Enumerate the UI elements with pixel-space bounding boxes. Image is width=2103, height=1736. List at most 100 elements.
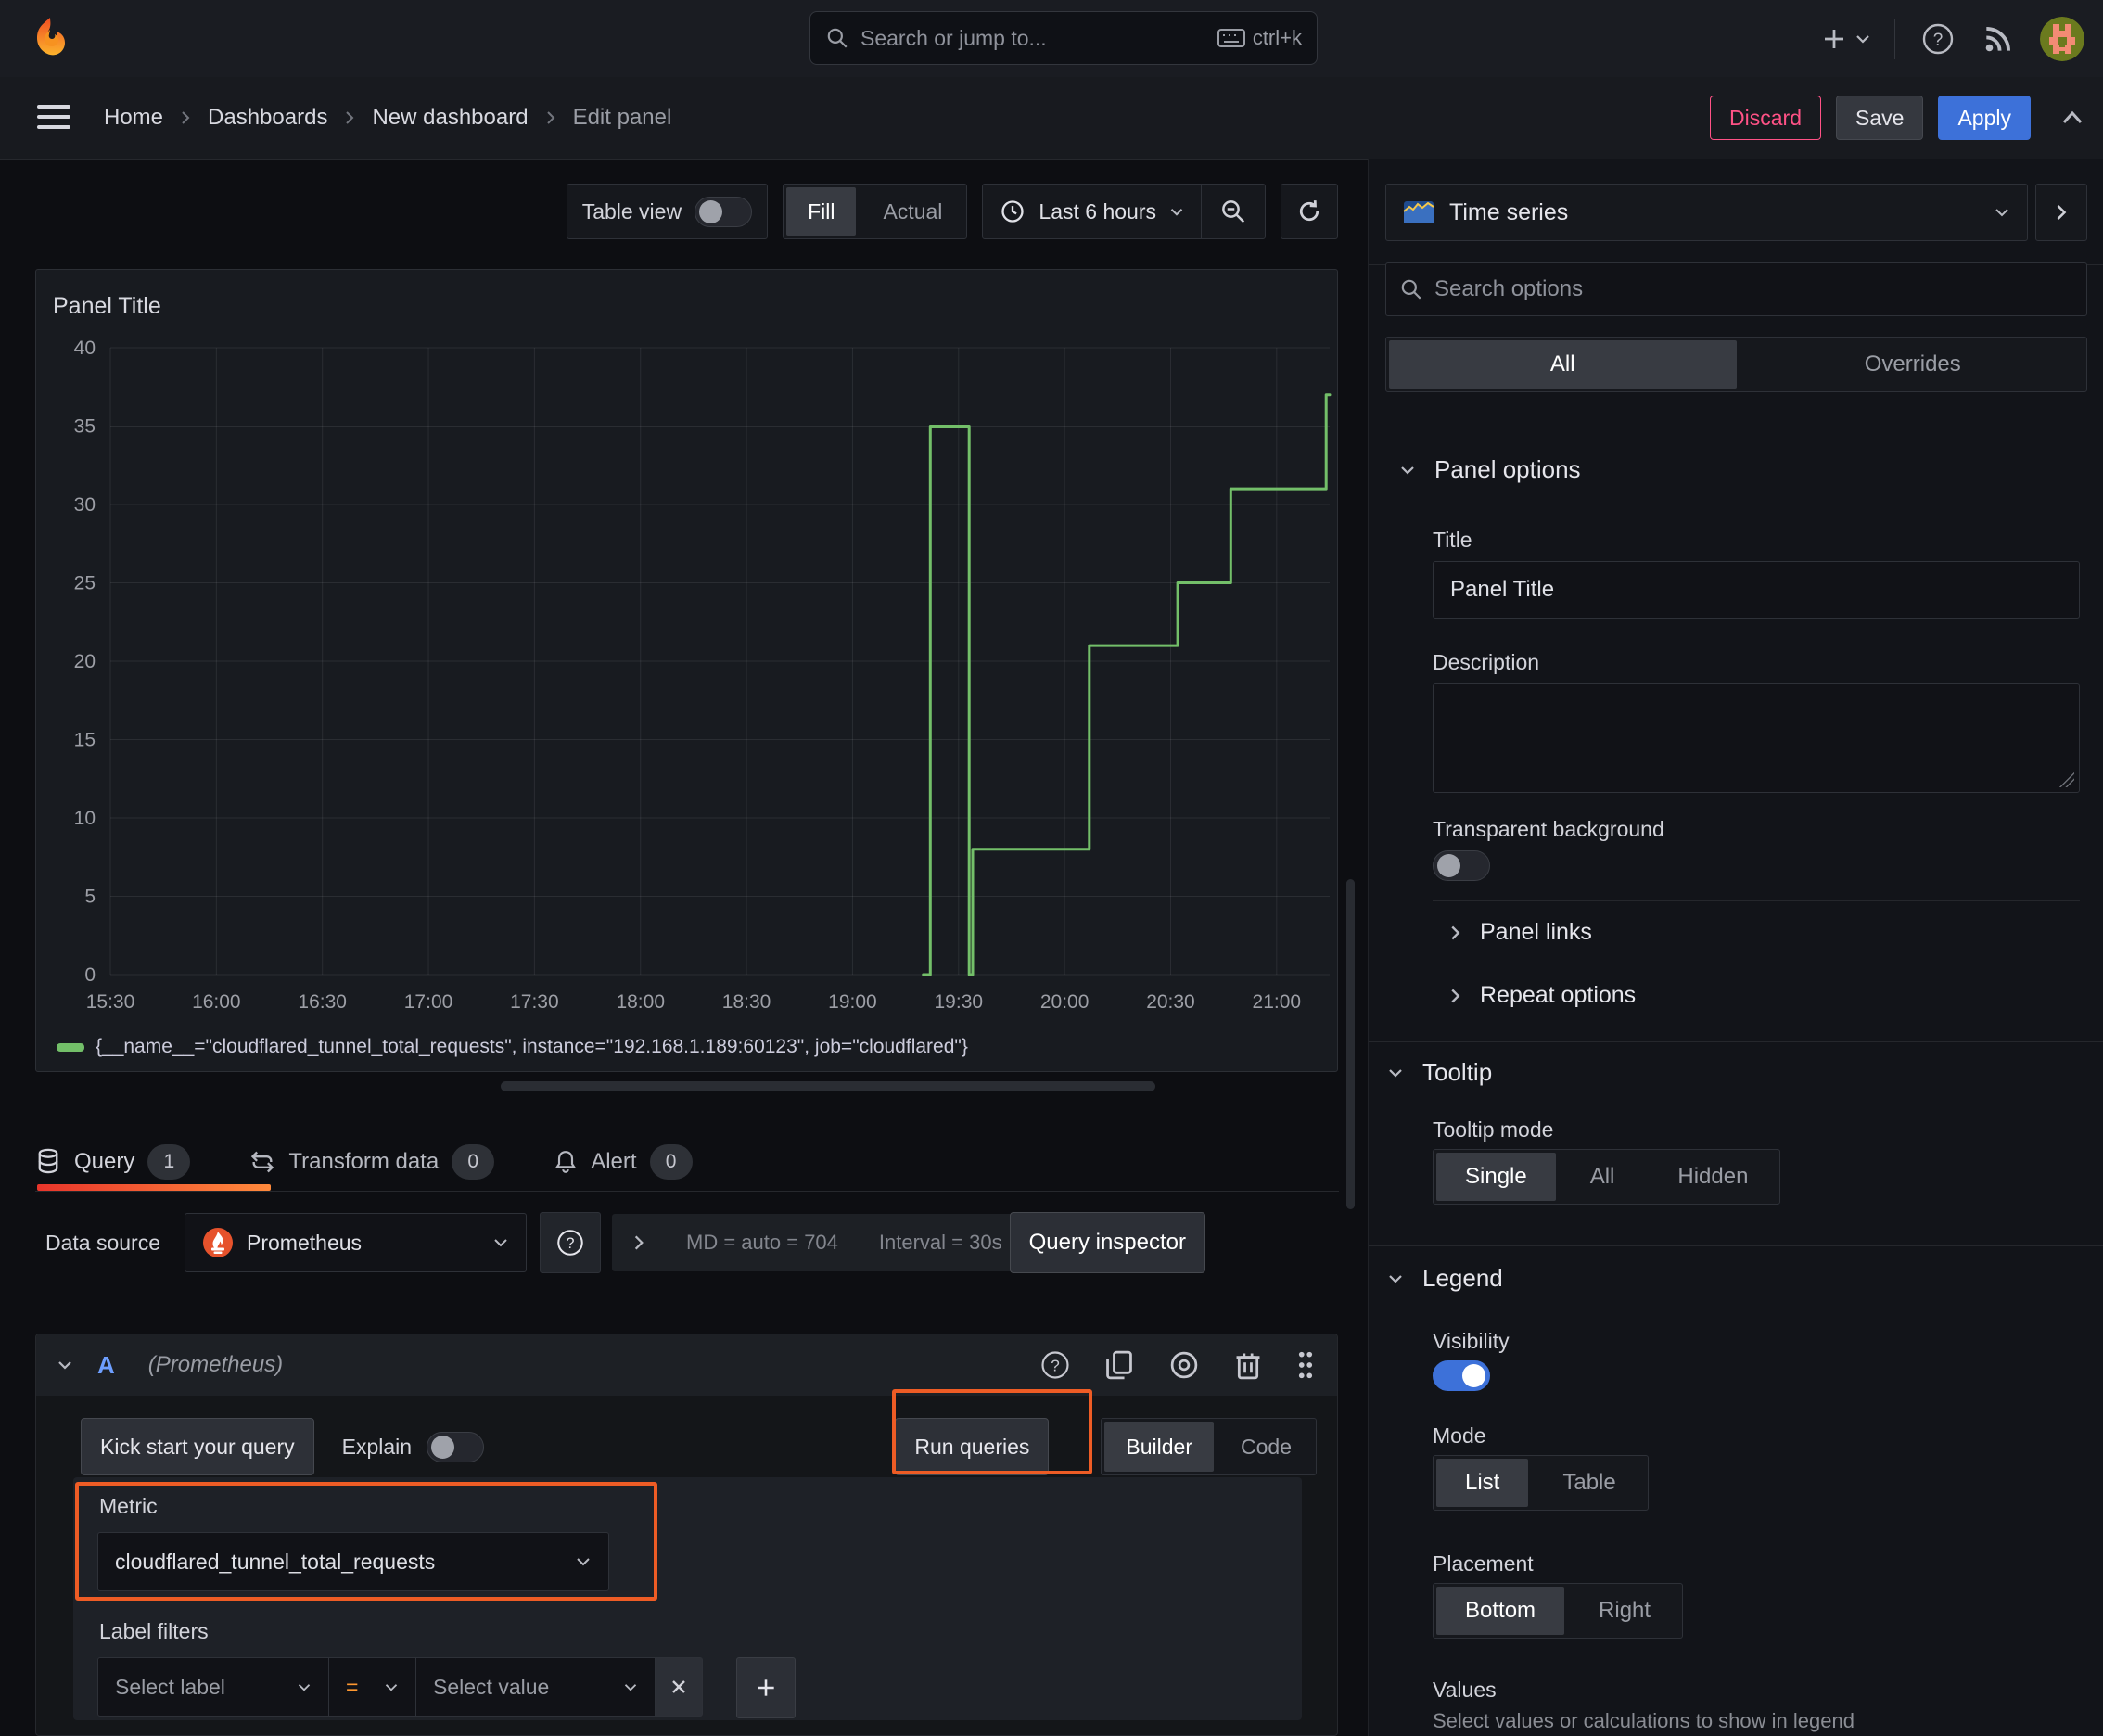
- duplicate-query-icon[interactable]: [1103, 1348, 1135, 1382]
- options-filter-tabs: All Overrides: [1385, 337, 2087, 392]
- panel-title-input[interactable]: Panel Title: [1433, 561, 2080, 619]
- kick-start-button[interactable]: Kick start your query: [81, 1418, 314, 1475]
- toggle-visibility-icon[interactable]: [1166, 1349, 1202, 1381]
- discard-button[interactable]: Discard: [1710, 96, 1822, 140]
- legend-placement-right-option[interactable]: Right: [1567, 1584, 1682, 1638]
- datasource-picker[interactable]: Prometheus: [185, 1213, 528, 1272]
- select-label-dropdown[interactable]: Select label: [97, 1657, 329, 1717]
- query-inspector-button[interactable]: Query inspector: [1009, 1212, 1205, 1273]
- select-value-dropdown[interactable]: Select value: [416, 1657, 656, 1717]
- zoom-out-button[interactable]: [1202, 185, 1265, 238]
- search-options-input[interactable]: Search options: [1385, 262, 2087, 316]
- operator-dropdown[interactable]: =: [329, 1657, 416, 1717]
- tooltip-single-option[interactable]: Single: [1436, 1153, 1556, 1201]
- code-option[interactable]: Code: [1217, 1419, 1316, 1474]
- save-button[interactable]: Save: [1836, 96, 1924, 140]
- query-options-strip: MD = auto = 704 Interval = 30s: [612, 1214, 1023, 1271]
- help-icon[interactable]: ?: [1919, 20, 1956, 57]
- legend-values-hint: Select values or calculations to show in…: [1433, 1709, 1854, 1732]
- collapse-options-icon[interactable]: [2058, 108, 2086, 128]
- svg-text:?: ?: [567, 1235, 575, 1252]
- svg-text:5: 5: [84, 887, 96, 908]
- svg-text:21:00: 21:00: [1253, 991, 1302, 1013]
- tab-overrides[interactable]: Overrides: [1740, 338, 2087, 391]
- legend-placement-bottom-option[interactable]: Bottom: [1436, 1587, 1565, 1635]
- description-textarea[interactable]: [1433, 683, 2080, 793]
- svg-text:18:30: 18:30: [722, 991, 771, 1013]
- legend-section-header[interactable]: Legend: [1387, 1264, 1503, 1293]
- datasource-help-button[interactable]: ?: [540, 1212, 602, 1273]
- legend-series-label[interactable]: {__name__="cloudflared_tunnel_total_requ…: [96, 1036, 968, 1058]
- breadcrumb-new-dashboard[interactable]: New dashboard: [372, 105, 528, 131]
- main-scrollbar-thumb[interactable]: [1346, 879, 1355, 1209]
- legend-series-swatch[interactable]: [57, 1042, 84, 1052]
- time-range-picker[interactable]: Last 6 hours: [983, 185, 1201, 238]
- tab-query[interactable]: Query 1: [35, 1144, 191, 1180]
- remove-filter-button[interactable]: [656, 1657, 703, 1717]
- legend-visibility-toggle[interactable]: [1433, 1360, 1490, 1391]
- visualization-picker[interactable]: Time series: [1385, 184, 2028, 241]
- menu-toggle-button[interactable]: [37, 101, 70, 133]
- explain-control: Explain: [342, 1431, 485, 1462]
- breadcrumb-dashboards[interactable]: Dashboards: [208, 105, 327, 131]
- prometheus-query-builder: Metric cloudflared_tunnel_total_requests…: [73, 1477, 1302, 1720]
- builder-code-switch: Builder Code: [1101, 1418, 1317, 1475]
- actual-option[interactable]: Actual: [859, 185, 966, 238]
- svg-text:20:30: 20:30: [1146, 991, 1195, 1013]
- global-search-input[interactable]: Search or jump to... ctrl+k: [809, 11, 1318, 65]
- legend-mode-table-option[interactable]: Table: [1531, 1456, 1647, 1510]
- refresh-icon: [1299, 200, 1319, 222]
- tab-transform-data[interactable]: Transform data 0: [249, 1144, 495, 1180]
- panel-resize-handle[interactable]: [501, 1081, 1155, 1091]
- breadcrumb-bar: Home Dashboards New dashboard Edit panel…: [0, 77, 2103, 160]
- breadcrumb-home[interactable]: Home: [104, 105, 163, 131]
- query-ref-id[interactable]: A: [97, 1351, 115, 1380]
- chevron-down-icon: [1856, 34, 1869, 44]
- chart-plot[interactable]: 0 5 10 15 20 25 30 35 40 15:30 16:00 16:30 17:00 17:3…: [36, 333, 1337, 1023]
- refresh-button[interactable]: [1281, 184, 1338, 239]
- metric-select[interactable]: cloudflared_tunnel_total_requests: [97, 1532, 609, 1591]
- add-filter-button[interactable]: [736, 1657, 796, 1718]
- query-help-icon[interactable]: ?: [1039, 1348, 1072, 1382]
- tooltip-mode-label: Tooltip mode: [1433, 1117, 1554, 1142]
- tab-alert[interactable]: Alert 0: [554, 1144, 693, 1180]
- help-circle-icon: ?: [557, 1230, 583, 1256]
- visualization-panel: Panel Title 0 5 10 15 20 25 30 35 40 15:30 16:00 16…: [35, 269, 1338, 1072]
- database-icon: [38, 1148, 58, 1174]
- timeseries-viz-icon: [1403, 201, 1434, 223]
- explain-toggle[interactable]: [427, 1431, 485, 1462]
- legend-mode-list-option[interactable]: List: [1436, 1459, 1529, 1507]
- chevron-down-icon: [1995, 209, 2008, 217]
- tab-all[interactable]: All: [1389, 340, 1737, 389]
- fill-option[interactable]: Fill: [786, 187, 857, 236]
- tooltip-section-header[interactable]: Tooltip: [1387, 1058, 1492, 1087]
- svg-text:17:30: 17:30: [510, 991, 559, 1013]
- repeat-options-section[interactable]: Repeat options: [1449, 982, 1636, 1009]
- transform-icon: [251, 1151, 274, 1173]
- query-row-header[interactable]: A (Prometheus) ?: [36, 1334, 1337, 1396]
- drag-handle-icon[interactable]: [1294, 1349, 1317, 1381]
- chevron-down-icon: [1401, 466, 1414, 475]
- builder-option[interactable]: Builder: [1104, 1422, 1215, 1472]
- news-rss-icon[interactable]: [1981, 21, 2016, 57]
- tooltip-all-option[interactable]: All: [1559, 1150, 1647, 1204]
- table-view-toggle[interactable]: [695, 196, 753, 227]
- transparent-background-toggle[interactable]: [1433, 850, 1490, 881]
- tooltip-hidden-option[interactable]: Hidden: [1646, 1150, 1779, 1204]
- svg-text:17:00: 17:00: [404, 991, 453, 1013]
- panel-options-section-header[interactable]: Panel options: [1399, 455, 1581, 484]
- resize-grip-icon[interactable]: [2059, 772, 2074, 787]
- grafana-logo-icon[interactable]: [26, 15, 74, 63]
- svg-text:35: 35: [74, 416, 96, 438]
- toggle-viz-list-button[interactable]: [2035, 184, 2087, 241]
- grafana-edit-panel-screen: { "topbar": { "search_placeholder": "Sea…: [0, 0, 2103, 1736]
- apply-button[interactable]: Apply: [1938, 96, 2031, 140]
- delete-query-icon[interactable]: [1233, 1348, 1263, 1382]
- new-menu-button[interactable]: [1820, 25, 1870, 53]
- chevron-down-icon[interactable]: [57, 1359, 73, 1371]
- panel-links-section[interactable]: Panel links: [1449, 919, 1592, 946]
- chevron-right-icon[interactable]: [632, 1233, 645, 1252]
- user-avatar[interactable]: [2040, 16, 2084, 61]
- editor-tabs: Query 1 Transform data 0 Alert 0: [35, 1133, 1339, 1192]
- run-queries-button[interactable]: Run queries: [895, 1418, 1050, 1475]
